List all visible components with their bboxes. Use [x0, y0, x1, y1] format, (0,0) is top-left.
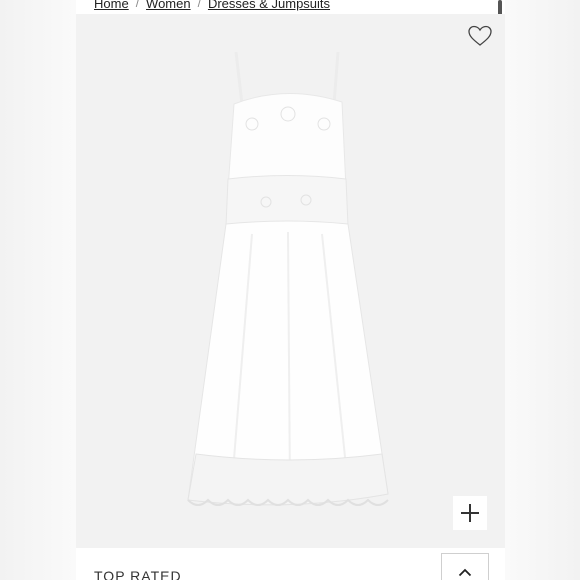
product-page: Home / Women / Dresses & Jumpsuits TOP R… — [76, 0, 505, 580]
breadcrumb-dresses-jumpsuits[interactable]: Dresses & Jumpsuits — [208, 0, 330, 11]
breadcrumb-separator: / — [135, 0, 140, 10]
chevron-up-icon — [458, 568, 472, 577]
wishlist-button[interactable] — [467, 24, 493, 48]
dress-image — [187, 51, 389, 506]
breadcrumb-separator: / — [197, 0, 201, 10]
product-image[interactable] — [76, 14, 505, 548]
breadcrumb-women[interactable]: Women — [146, 0, 191, 11]
heart-outline-icon — [468, 25, 492, 46]
accordion-label: TOP RATED — [94, 568, 182, 580]
plus-icon — [461, 504, 479, 522]
top-rated-accordion[interactable]: TOP RATED — [76, 548, 505, 580]
zoom-button[interactable] — [453, 496, 487, 530]
breadcrumb-home[interactable]: Home — [94, 0, 129, 11]
breadcrumb: Home / Women / Dresses & Jumpsuits — [94, 0, 330, 13]
accordion-toggle-button[interactable] — [441, 553, 489, 580]
